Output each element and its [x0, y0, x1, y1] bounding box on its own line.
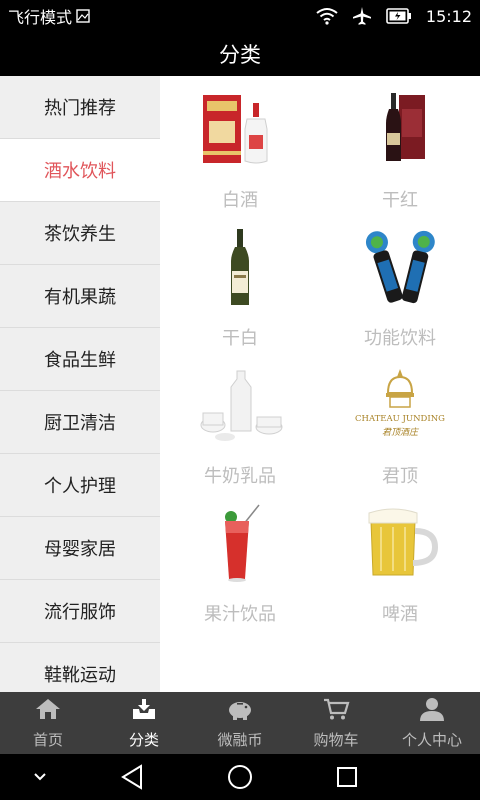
product-tile-baijiu[interactable]: 白酒 — [160, 76, 320, 214]
cart-icon — [322, 697, 350, 725]
app-screen: 飞行模式 15:12 分类 热门推荐 酒水饮料 茶饮养生 有机果蔬 食品生鲜 厨… — [0, 0, 480, 800]
sidebar-item-label: 流行服饰 — [44, 602, 116, 623]
sidebar-item-label: 厨卫清洁 — [44, 413, 116, 434]
product-tile-beer[interactable]: 啤酒 — [320, 490, 480, 628]
product-grid: 白酒 干红 干白 功能饮料 牛奶乳品 CHATEAU JUNDING 君顶酒庄 … — [160, 76, 480, 692]
tab-label: 购物车 — [313, 730, 359, 749]
product-tile-white-wine[interactable]: 干白 — [160, 214, 320, 352]
clock-time: 15:12 — [425, 6, 472, 26]
tab-profile[interactable]: 个人中心 — [384, 692, 480, 754]
sidebar-item-label: 热门推荐 — [44, 98, 116, 119]
milk-jug-and-cups-image — [190, 360, 290, 450]
sidebar-item-tea[interactable]: 茶饮养生 — [0, 202, 160, 265]
sidebar-item-hot[interactable]: 热门推荐 — [0, 76, 160, 139]
sidebar-item-fashion[interactable]: 流行服饰 — [0, 580, 160, 643]
category-download-icon — [131, 697, 157, 725]
white-wine-bottle-image — [190, 222, 290, 312]
page-title: 分类 — [219, 43, 261, 67]
sidebar-item-shoes-sports[interactable]: 鞋靴运动 — [0, 643, 160, 692]
airplane-icon — [352, 6, 372, 26]
page-header: 分类 — [0, 32, 480, 76]
sidebar-item-label: 母婴家居 — [44, 539, 116, 560]
beer-mug-image — [350, 498, 450, 588]
piggy-bank-icon — [226, 697, 254, 725]
red-wine-bottle-box-image — [350, 84, 450, 174]
tab-label: 个人中心 — [401, 730, 462, 749]
tab-coins[interactable]: 微融币 — [192, 692, 288, 754]
sidebar-item-label: 食品生鲜 — [44, 350, 116, 371]
product-label: 干红 — [382, 190, 418, 211]
sidebar-item-label: 酒水饮料 — [44, 161, 116, 182]
logo-wordmark: CHATEAU JUNDING — [355, 414, 445, 424]
sidebar-item-personal-care[interactable]: 个人护理 — [0, 454, 160, 517]
chevron-down-icon[interactable] — [30, 763, 50, 791]
tab-label: 首页 — [32, 730, 63, 749]
product-label: 干白 — [222, 328, 258, 349]
product-label: 君顶 — [382, 466, 418, 487]
sidebar-item-drinks[interactable]: 酒水饮料 — [0, 139, 160, 202]
sidebar-item-label: 个人护理 — [44, 476, 116, 497]
product-tile-junding[interactable]: CHATEAU JUNDING 君顶酒庄 君顶 — [320, 352, 480, 490]
product-label: 果汁饮品 — [204, 604, 276, 625]
product-label: 牛奶乳品 — [204, 466, 276, 487]
home-circle-icon[interactable] — [226, 763, 254, 791]
product-tile-dairy[interactable]: 牛奶乳品 — [160, 352, 320, 490]
tab-home[interactable]: 首页 — [0, 692, 96, 754]
juice-glass-image — [190, 498, 290, 588]
battery-icon — [386, 8, 412, 24]
product-tile-red-wine[interactable]: 干红 — [320, 76, 480, 214]
sidebar-item-label: 茶饮养生 — [44, 224, 116, 245]
logo-cn-wordmark: 君顶酒庄 — [382, 427, 420, 438]
sidebar-item-baby-home[interactable]: 母婴家居 — [0, 517, 160, 580]
sidebar-item-organic[interactable]: 有机果蔬 — [0, 265, 160, 328]
status-bar: 飞行模式 15:12 — [0, 0, 480, 32]
sports-drink-bottles-image — [350, 222, 450, 312]
category-sidebar[interactable]: 热门推荐 酒水饮料 茶饮养生 有机果蔬 食品生鲜 厨卫清洁 个人护理 母婴家居 … — [0, 76, 160, 692]
tab-category[interactable]: 分类 — [96, 692, 192, 754]
chateau-junding-logo-image: CHATEAU JUNDING 君顶酒庄 — [350, 360, 450, 450]
airplane-mode-label: 飞行模式 — [8, 8, 73, 27]
sidebar-item-label: 有机果蔬 — [44, 287, 116, 308]
bottom-tab-bar: 首页 分类 微融币 购物车 个人中心 — [0, 692, 480, 754]
tab-label: 微融币 — [217, 730, 263, 749]
person-icon — [419, 697, 445, 725]
system-nav-bar — [0, 754, 480, 800]
sidebar-item-label: 鞋靴运动 — [44, 665, 116, 686]
tab-label: 分类 — [128, 730, 159, 749]
product-tile-functional-drink[interactable]: 功能饮料 — [320, 214, 480, 352]
sidebar-item-cleaning[interactable]: 厨卫清洁 — [0, 391, 160, 454]
product-label: 功能饮料 — [364, 328, 436, 349]
recents-icon[interactable] — [334, 763, 360, 791]
tab-cart[interactable]: 购物车 — [288, 692, 384, 754]
product-label: 白酒 — [222, 190, 258, 211]
home-icon — [35, 697, 61, 725]
product-label: 啤酒 — [382, 604, 418, 625]
product-tile-juice[interactable]: 果汁饮品 — [160, 490, 320, 628]
baijiu-gift-box-image — [190, 84, 290, 174]
back-icon[interactable] — [118, 763, 146, 791]
image-icon — [76, 9, 90, 23]
sidebar-item-fresh-food[interactable]: 食品生鲜 — [0, 328, 160, 391]
wifi-icon — [316, 7, 338, 25]
